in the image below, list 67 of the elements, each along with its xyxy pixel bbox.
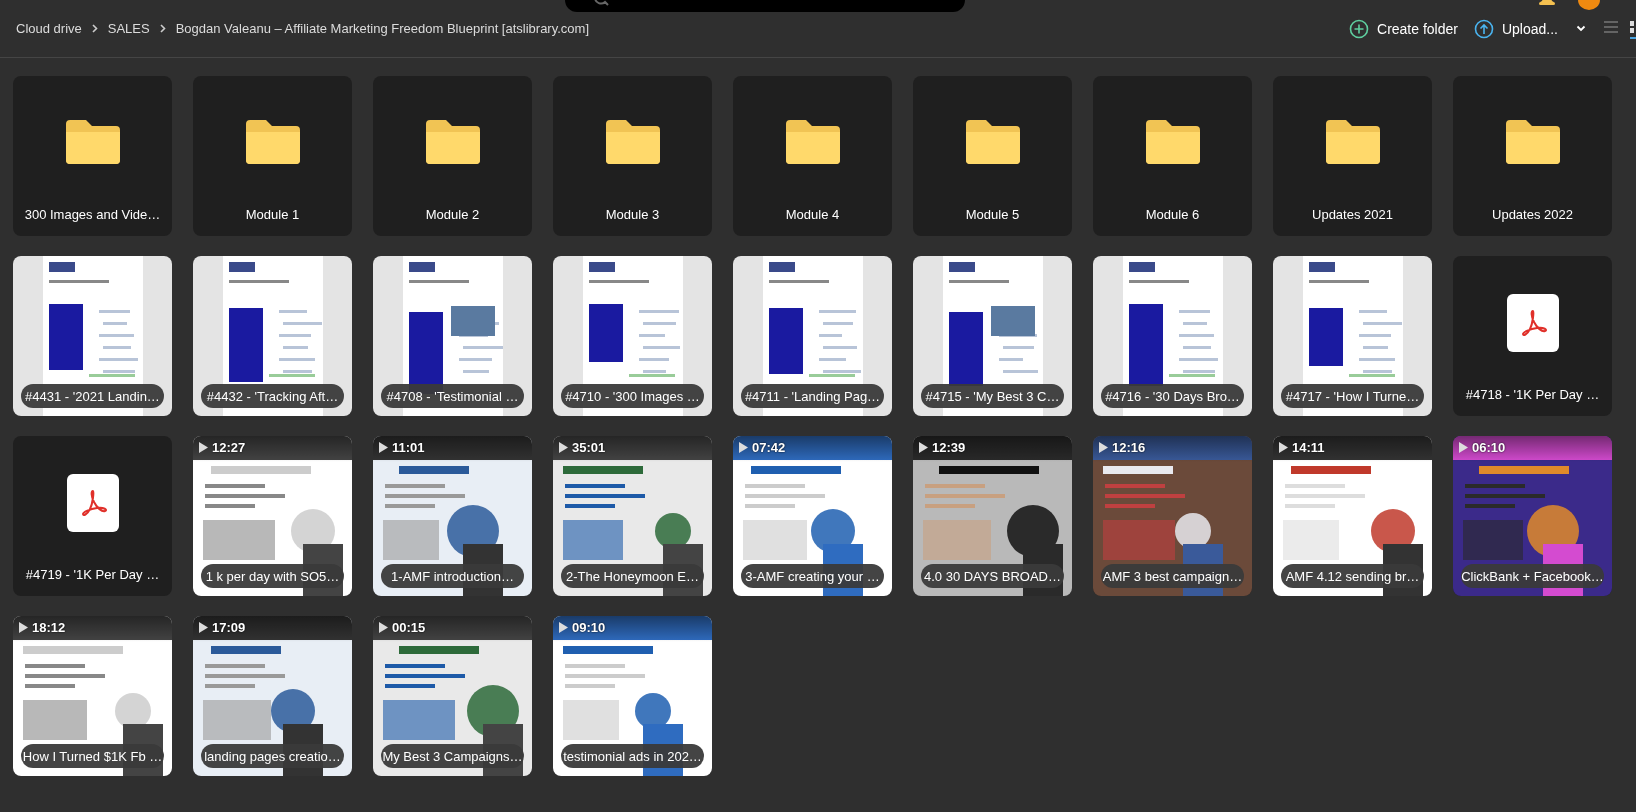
file-tile[interactable]: #4715 - 'My Best 3 C…	[913, 256, 1072, 416]
file-tile[interactable]: #4719 - '1K Per Day …	[13, 436, 172, 596]
folder-tile[interactable]: Module 2	[373, 76, 532, 236]
file-name: Module 6	[1144, 207, 1201, 222]
video-duration: 09:10	[572, 620, 606, 635]
video-duration: 14:11	[1292, 440, 1325, 455]
file-name: Module 5	[964, 207, 1021, 222]
file-tile[interactable]: #4710 - '300 Images …	[553, 256, 712, 416]
file-name: #4716 - '30 Days Bro…	[1101, 384, 1244, 408]
file-name: Module 3	[604, 207, 661, 222]
upload-button[interactable]: Upload...	[1473, 18, 1586, 39]
file-name: ClickBank + Facebook…	[1461, 564, 1604, 588]
video-duration: 06:10	[1472, 440, 1506, 455]
file-name: 300 Images and Vide…	[23, 207, 162, 222]
folder-tile[interactable]: 300 Images and Vide…	[13, 76, 172, 236]
video-duration: 12:16	[1112, 440, 1146, 455]
file-name: 4.0 30 DAYS BROAD…	[921, 564, 1064, 588]
folder-tile[interactable]: Module 6	[1093, 76, 1252, 236]
folder-tile[interactable]: Module 4	[733, 76, 892, 236]
file-name: My Best 3 Campaigns…	[381, 744, 524, 768]
file-tile[interactable]: #4718 - '1K Per Day …	[1453, 256, 1612, 416]
file-tile[interactable]: #4708 - 'Testimonial …	[373, 256, 532, 416]
video-duration: 18:12	[32, 620, 66, 635]
folder-tile[interactable]: Updates 2021	[1273, 76, 1432, 236]
file-name: Module 2	[424, 207, 481, 222]
file-name: Module 4	[784, 207, 841, 222]
file-name: #4718 - '1K Per Day …	[1464, 387, 1601, 402]
file-name: 1-AMF introduction…	[381, 564, 524, 588]
file-name: 3-AMF creating your …	[741, 564, 884, 588]
file-name: #4715 - 'My Best 3 C…	[921, 384, 1064, 408]
file-tile[interactable]: #4716 - '30 Days Bro…	[1093, 256, 1252, 416]
video-duration: 11:01	[392, 440, 425, 455]
create-folder-button[interactable]: Create folder	[1349, 18, 1458, 39]
file-name: #4431 - '2021 Landin…	[21, 384, 164, 408]
folder-tile[interactable]: Updates 2022	[1453, 76, 1612, 236]
video-duration: 12:39	[932, 440, 966, 455]
file-name: #4432 - 'Tracking Aft…	[201, 384, 344, 408]
file-tile[interactable]: #4431 - '2021 Landin…	[13, 256, 172, 416]
file-name: landing pages creatio…	[201, 744, 344, 768]
video-duration: 07:42	[752, 440, 786, 455]
file-tile[interactable]: #4717 - 'How I Turne…	[1273, 256, 1432, 416]
video-duration: 12:27	[212, 440, 246, 455]
video-duration: 35:01	[572, 440, 606, 455]
folder-tile[interactable]: Module 3	[553, 76, 712, 236]
breadcrumb-link[interactable]: Bogdan Valeanu – Affiliate Marketing Freedom Blueprint [atslibrary.com]	[175, 21, 589, 36]
video-duration: 17:09	[212, 620, 246, 635]
file-name: How I Turned $1K Fb …	[21, 744, 164, 768]
file-tile[interactable]: #4432 - 'Tracking Aft…	[193, 256, 352, 416]
file-name: Updates 2021	[1311, 207, 1394, 222]
breadcrumb-link[interactable]: Cloud drive	[16, 21, 82, 36]
video-duration: 00:15	[392, 620, 426, 635]
file-name: #4711 - 'Landing Pag…	[741, 384, 884, 408]
file-tile[interactable]: #4711 - 'Landing Pag…	[733, 256, 892, 416]
file-name: 1 k per day with SO5…	[201, 564, 344, 588]
file-name: Updates 2022	[1491, 207, 1574, 222]
file-name: #4710 - '300 Images …	[561, 384, 704, 408]
file-name: AMF 4.12 sending br…	[1281, 564, 1424, 588]
file-name: 2-The Honeymoon E…	[561, 564, 704, 588]
file-name: #4719 - '1K Per Day …	[24, 567, 161, 582]
file-name: testimonial ads in 202…	[561, 744, 704, 768]
file-name: AMF 3 best campaign…	[1101, 564, 1244, 588]
file-name: Module 1	[244, 207, 301, 222]
folder-tile[interactable]: Module 5	[913, 76, 1072, 236]
folder-tile[interactable]: Module 1	[193, 76, 352, 236]
file-name: #4708 - 'Testimonial …	[381, 384, 524, 408]
breadcrumb-link[interactable]: SALES	[107, 21, 150, 36]
file-name: #4717 - 'How I Turne…	[1281, 384, 1424, 408]
